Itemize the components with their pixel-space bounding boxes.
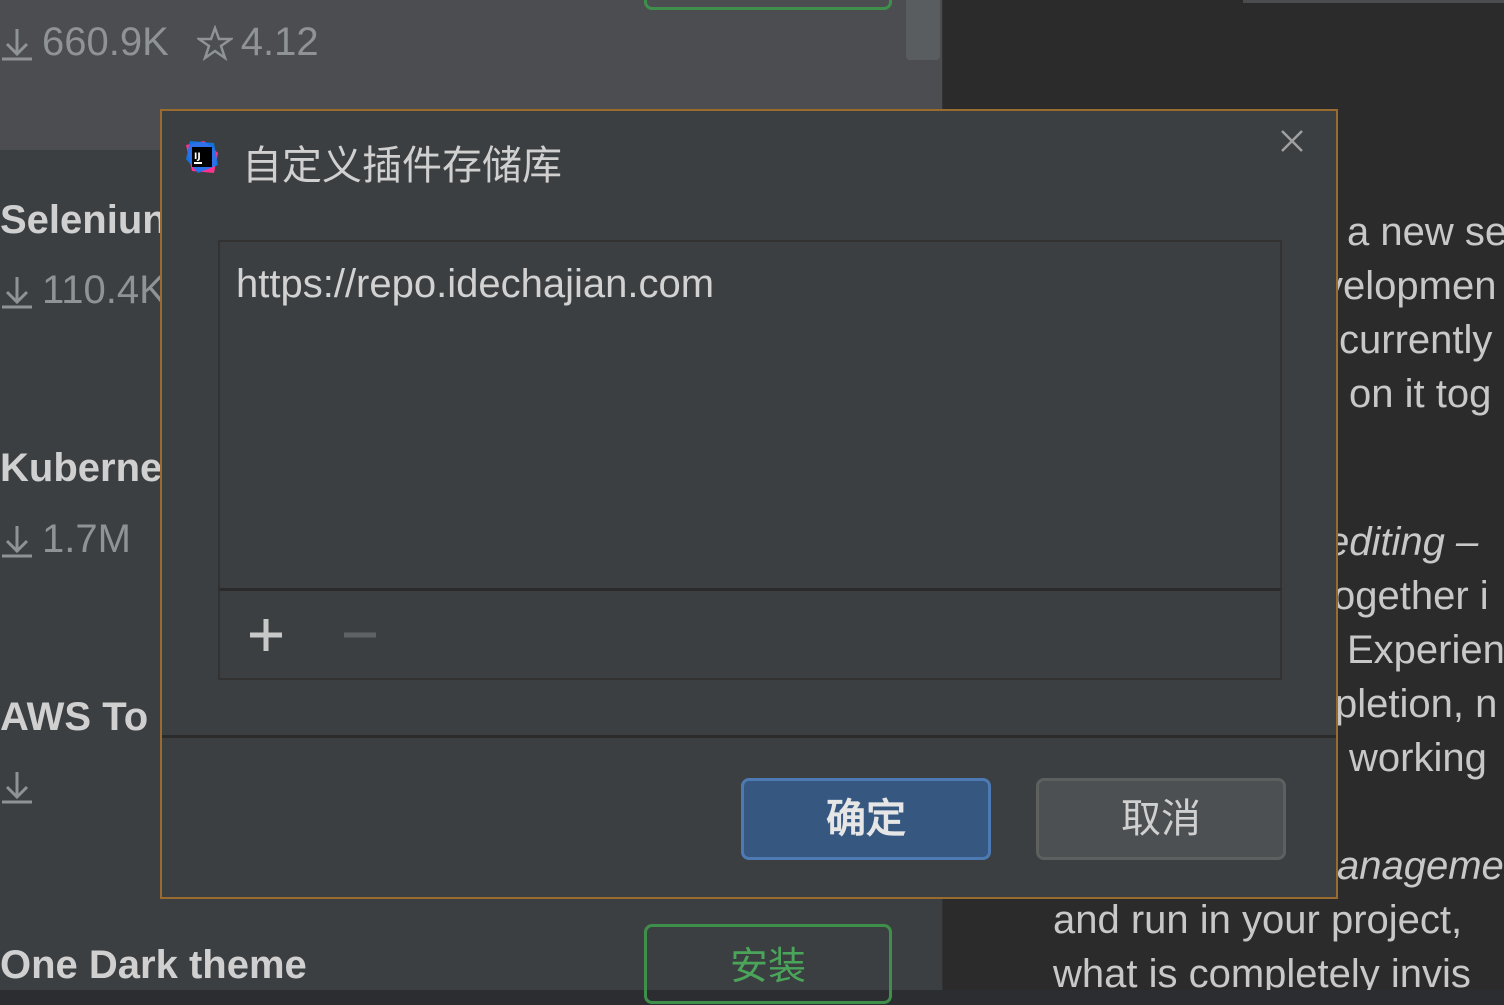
plugin-meta: 660.9K 4.12: [0, 20, 319, 65]
description-line: ogether i: [1333, 574, 1489, 618]
custom-plugin-repositories-dialog: IJ 自定义插件存储库 https://repo.idechajian.com …: [160, 109, 1338, 899]
install-button-partial[interactable]: [644, 0, 892, 10]
description-line: a new se: [1347, 210, 1504, 254]
description-line: currently: [1339, 318, 1493, 362]
description-line: anageme: [1337, 844, 1504, 888]
plugin-name[interactable]: One Dark theme: [0, 943, 307, 988]
ok-button[interactable]: 确定: [741, 778, 991, 860]
description-line: working: [1349, 736, 1487, 780]
download-icon: [0, 520, 34, 560]
scrollbar-thumb[interactable]: [906, 0, 940, 60]
plugin-name[interactable]: Kuberne: [0, 446, 162, 491]
divider: [162, 735, 1336, 738]
svg-text:IJ: IJ: [194, 152, 201, 162]
description-line: velopmen: [1323, 264, 1497, 308]
divider: [1243, 0, 1504, 3]
download-icon: [0, 766, 34, 806]
install-button[interactable]: 安装: [644, 924, 892, 1004]
plugin-meta: 1.7M: [0, 517, 131, 562]
download-count: 1.7M: [42, 517, 131, 561]
description-line: editing –: [1327, 520, 1479, 564]
download-icon: [0, 271, 34, 311]
download-icon: [0, 23, 34, 63]
description-line: pletion, n: [1335, 682, 1498, 726]
add-icon[interactable]: [244, 613, 288, 657]
plugin-name[interactable]: Seleniun: [0, 198, 167, 243]
description-line: Experien: [1347, 628, 1504, 672]
description-line: what is completely invis: [1053, 952, 1471, 990]
description-line: on it tog: [1349, 372, 1492, 416]
plugin-meta: 110.4K: [0, 268, 166, 313]
dialog-title: 自定义插件存储库: [242, 143, 562, 189]
list-toolbar: [218, 588, 1282, 680]
rating: 4.12: [240, 20, 319, 64]
plugin-name[interactable]: AWS To: [0, 695, 148, 740]
repository-url-item[interactable]: https://repo.idechajian.com: [236, 262, 714, 307]
download-count: 110.4K: [42, 268, 166, 312]
plugin-meta: [0, 766, 42, 806]
remove-icon[interactable]: [338, 613, 382, 657]
close-icon[interactable]: [1276, 125, 1308, 157]
download-count: 660.9K: [42, 20, 169, 64]
description-line: and run in your project,: [1053, 898, 1463, 942]
intellij-icon: IJ: [184, 139, 220, 175]
cancel-button[interactable]: 取消: [1036, 778, 1286, 860]
star-icon: [196, 24, 233, 61]
